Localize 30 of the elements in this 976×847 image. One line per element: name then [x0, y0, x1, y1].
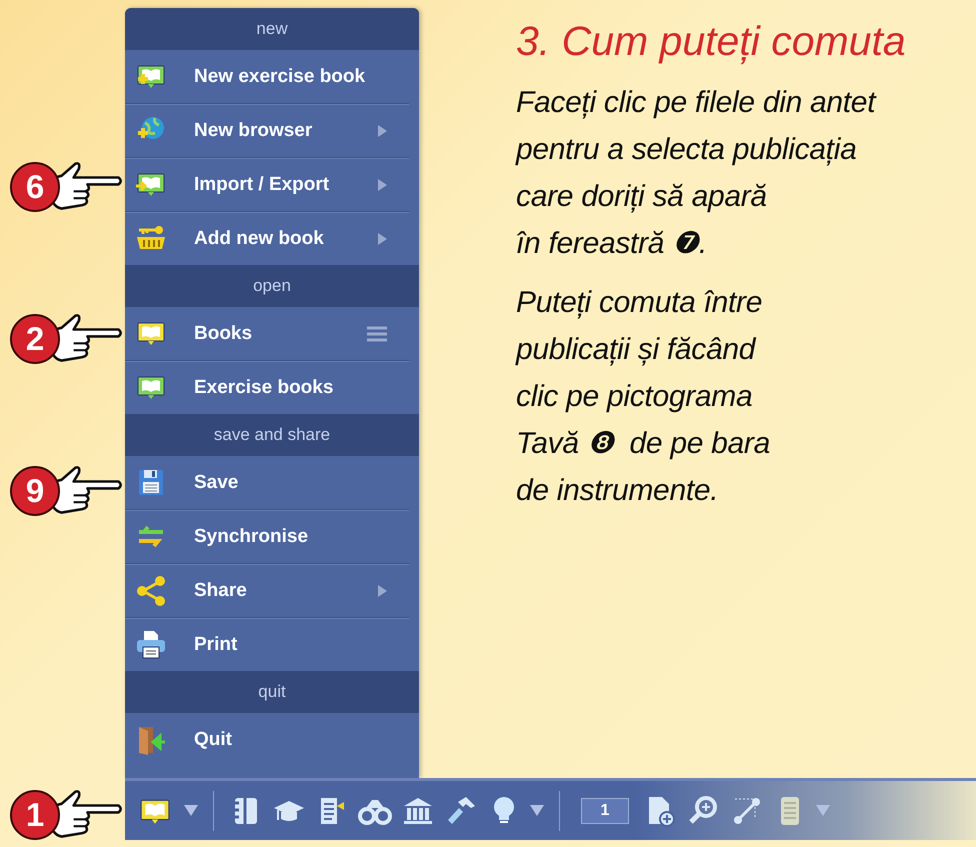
menu-section-header: save and share [125, 414, 419, 456]
menu-section-header: open [125, 265, 419, 307]
menu-item[interactable]: Import / Export [125, 158, 409, 212]
instruction-paragraph: Faceți clic pe filele din antet pentru a selecta publicația care doriți să apară în fereastră ❼. [516, 85, 878, 262]
page-number-field[interactable]: 1 [581, 798, 629, 824]
callout-number: 2 [10, 314, 60, 364]
dropdown-caret-icon[interactable] [184, 805, 198, 816]
list-icon [367, 326, 387, 342]
menu-item[interactable]: Add new book [125, 212, 409, 265]
menu-item[interactable]: Quit [125, 713, 409, 766]
submenu-arrow-icon [378, 124, 387, 136]
menu-section-header: quit [125, 671, 419, 713]
menu-item[interactable]: Print [125, 618, 409, 671]
callout-number: 1 [10, 790, 60, 840]
menu-item[interactable]: Save [125, 456, 409, 510]
menu-section-header: new [125, 8, 419, 50]
submenu-arrow-icon [378, 178, 387, 190]
instruction-paragraph: Puteți comuta între publicații și făcând clic pe pictograma Tavă ❽ de pe bara de instrumente. [516, 285, 771, 509]
submenu-arrow-icon [378, 232, 387, 244]
submenu-arrow-icon [378, 584, 387, 596]
menu-item[interactable]: New browser [125, 104, 409, 158]
menu-item[interactable]: Exercise books [125, 361, 409, 414]
dropdown-caret-icon[interactable] [530, 805, 544, 816]
section-heading: 3. Cum puteți comuta [516, 18, 906, 65]
menu-item[interactable]: Books [125, 307, 409, 361]
menu-item[interactable]: Share [125, 564, 409, 618]
menu-item[interactable]: New exercise book [125, 50, 409, 104]
menu-item[interactable]: Synchronise [125, 510, 409, 564]
callout-number: 9 [10, 466, 60, 516]
callout-number: 6 [10, 162, 60, 212]
